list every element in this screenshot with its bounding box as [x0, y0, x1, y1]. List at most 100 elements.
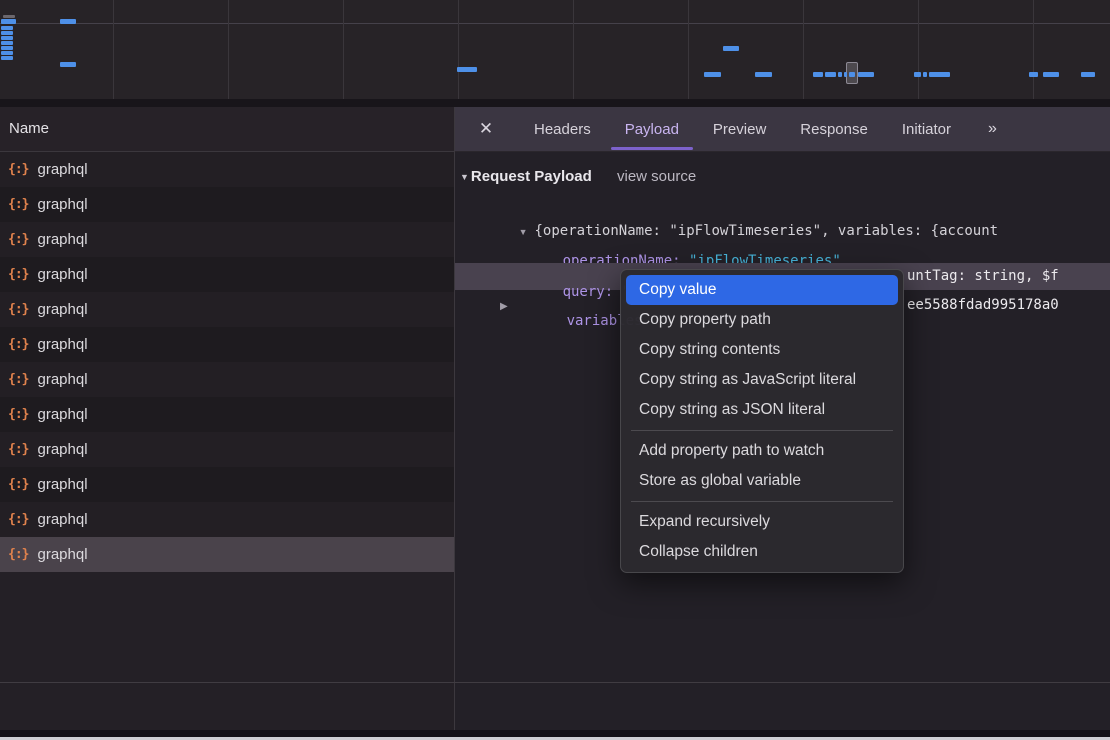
selected-tab-underline — [611, 147, 693, 150]
request-timing-bar[interactable] — [1, 46, 13, 50]
menu-item-copy-string-as-javascript-literal[interactable]: Copy string as JavaScript literal — [626, 365, 898, 395]
pending-request-bar[interactable] — [3, 15, 15, 18]
request-name-label: graphql — [37, 161, 87, 178]
view-source-link[interactable]: view source — [617, 168, 696, 185]
tab-preview[interactable]: Preview — [696, 107, 783, 151]
menu-item-store-as-global-variable[interactable]: Store as global variable — [626, 466, 898, 496]
json-braces-icon: {:} — [8, 372, 28, 387]
request-row[interactable]: {:}graphql — [0, 502, 454, 537]
overview-row-divider — [0, 23, 1110, 24]
tab-headers[interactable]: Headers — [517, 107, 608, 151]
request-row[interactable]: {:}graphql — [0, 292, 454, 327]
json-braces-icon: {:} — [8, 442, 28, 457]
request-row[interactable]: {:} graphql — [0, 152, 454, 187]
request-row[interactable]: {:} graphql — [0, 187, 454, 222]
json-braces-icon: {:} — [8, 197, 28, 212]
json-braces-icon: {:} — [8, 337, 28, 352]
request-name-label: graphql — [37, 196, 87, 213]
request-row[interactable]: {:} graphql — [0, 222, 454, 257]
json-braces-icon: {:} — [8, 512, 28, 527]
request-timing-bar[interactable] — [929, 72, 950, 77]
request-timing-bar[interactable] — [723, 46, 739, 51]
request-timing-bar[interactable] — [60, 19, 76, 24]
request-timing-bar[interactable] — [1, 31, 13, 35]
menu-item-copy-string-as-json-literal[interactable]: Copy string as JSON literal — [626, 395, 898, 425]
request-timing-bar[interactable] — [838, 72, 842, 77]
close-icon[interactable]: ✕ — [467, 107, 505, 151]
menu-item-add-property-path-to-watch[interactable]: Add property path to watch — [626, 436, 898, 466]
window-bottom-bar — [0, 730, 1110, 737]
request-name-label: graphql — [37, 441, 87, 458]
devtools-network-panel: Name {:} graphql {:} graphql {:} graphql {:} gr… — [0, 0, 1110, 740]
request-timing-bar[interactable] — [1029, 72, 1038, 77]
request-timing-bar[interactable] — [1043, 72, 1059, 77]
tab-payload[interactable]: Payload — [608, 107, 696, 151]
request-timing-bar[interactable] — [858, 72, 874, 77]
json-braces-icon: {:} — [8, 162, 28, 177]
network-overview-strip[interactable] — [0, 0, 1110, 99]
request-timing-bar[interactable] — [1, 51, 13, 55]
request-row[interactable]: {:} graphql — [0, 327, 454, 362]
overview-gridline — [228, 0, 229, 99]
request-row[interactable]: {:}graphql — [0, 257, 454, 292]
json-braces-icon: {:} — [8, 407, 28, 422]
tab-response[interactable]: Response — [783, 107, 885, 151]
footer-divider — [0, 682, 1110, 683]
request-row[interactable]: {:} graphql — [0, 432, 454, 467]
query-value-right-fragment: untTag: string, $f — [907, 268, 1059, 284]
request-name-label: graphql — [37, 406, 87, 423]
request-name-label: graphql — [37, 231, 87, 248]
menu-item-collapse-children[interactable]: Collapse children — [626, 537, 898, 567]
request-timing-bar[interactable] — [914, 72, 921, 77]
json-braces-icon: {:} — [8, 547, 28, 562]
request-name-label: graphql — [37, 476, 87, 493]
request-timing-bar[interactable] — [1081, 72, 1095, 77]
menu-item-copy-string-contents[interactable]: Copy string contents — [626, 335, 898, 365]
request-timing-bar[interactable] — [60, 62, 76, 67]
request-timing-bar[interactable] — [813, 72, 823, 77]
request-timing-bar[interactable] — [923, 72, 927, 77]
overview-gridline — [343, 0, 344, 99]
json-braces-icon: {:} — [8, 302, 28, 317]
request-payload-section[interactable]: ▼ Request Payload view source — [460, 168, 592, 185]
request-timing-bar[interactable] — [457, 67, 477, 72]
request-timing-bar[interactable] — [1, 36, 13, 40]
menu-item-expand-recursively[interactable]: Expand recursively — [626, 507, 898, 537]
column-header-name[interactable]: Name — [0, 107, 454, 152]
menu-separator — [631, 501, 893, 502]
request-name-label: graphql — [37, 371, 87, 388]
request-timing-bar[interactable] — [704, 72, 721, 77]
json-braces-icon: {:} — [8, 477, 28, 492]
request-row[interactable]: {:} graphql — [0, 362, 454, 397]
triangle-down-icon: ▼ — [519, 227, 528, 237]
request-timing-bar[interactable] — [1, 41, 13, 45]
detail-tab-bar: ✕ HeadersPayloadPreviewResponseInitiator… — [455, 107, 1110, 152]
request-row[interactable]: {:} graphql — [0, 397, 454, 432]
request-name-label: graphql — [37, 266, 87, 283]
json-braces-icon: {:} — [8, 232, 28, 247]
context-menu: Copy valueCopy property pathCopy string … — [620, 269, 904, 573]
request-row[interactable]: {:} graphql — [0, 467, 454, 502]
triangle-right-icon[interactable]: ▶ — [500, 301, 508, 312]
overview-gridline — [113, 0, 114, 99]
more-tabs-icon[interactable]: » — [976, 107, 1010, 151]
overview-gridline — [1033, 0, 1034, 99]
overview-gridline — [573, 0, 574, 99]
request-timing-bar[interactable] — [844, 72, 847, 77]
overview-bottom-gap — [0, 99, 1110, 107]
request-timing-bar[interactable] — [849, 72, 855, 77]
request-timing-bar[interactable] — [825, 72, 836, 77]
menu-item-copy-value[interactable]: Copy value — [626, 275, 898, 305]
request-row[interactable]: {:}graphql — [0, 537, 454, 572]
request-timing-bar[interactable] — [755, 72, 772, 77]
menu-separator — [631, 430, 893, 431]
request-timing-bar[interactable] — [1, 19, 16, 24]
request-timing-bar[interactable] — [1, 26, 13, 30]
triangle-down-icon: ▼ — [460, 172, 469, 182]
menu-item-copy-property-path[interactable]: Copy property path — [626, 305, 898, 335]
request-list-panel: Name {:} graphql {:} graphql {:} graphql {:} gr… — [0, 107, 454, 733]
request-name-label: graphql — [37, 336, 87, 353]
overview-gridline — [803, 0, 804, 99]
tab-initiator[interactable]: Initiator — [885, 107, 968, 151]
request-timing-bar[interactable] — [1, 56, 13, 60]
